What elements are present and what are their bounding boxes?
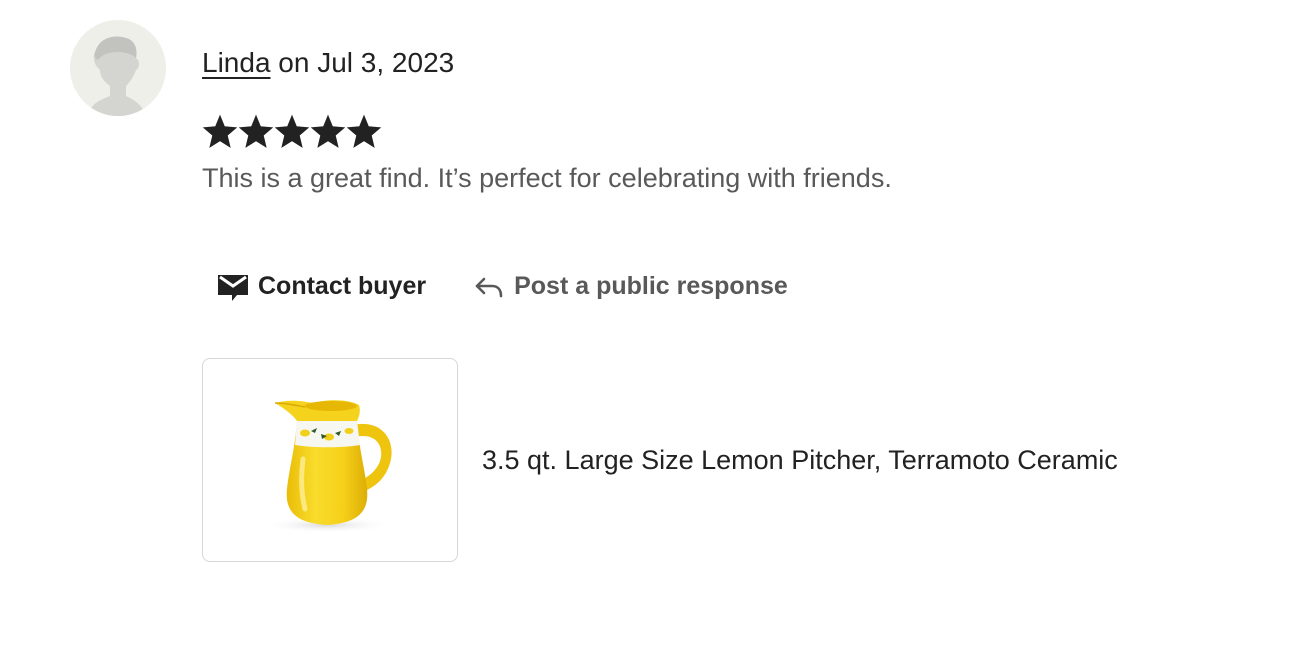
listing-thumbnail[interactable]	[202, 358, 458, 562]
reviewer-avatar[interactable]	[70, 20, 166, 116]
listing-title-link[interactable]: 3.5 qt. Large Size Lemon Pitcher, Terram…	[482, 443, 1118, 477]
mail-icon	[216, 269, 250, 303]
reply-arrow-icon	[472, 269, 506, 303]
reviewer-name-link[interactable]: Linda	[202, 47, 271, 78]
post-public-response-button[interactable]: Post a public response	[458, 262, 802, 310]
star-icon	[202, 114, 238, 148]
review-byline: Linda on Jul 3, 2023	[202, 46, 454, 80]
reviewed-listing: 3.5 qt. Large Size Lemon Pitcher, Terram…	[202, 358, 1118, 562]
review-actions: Contact buyer Post a public response	[202, 262, 802, 310]
post-public-response-label: Post a public response	[514, 271, 788, 300]
date-prefix: on	[270, 47, 318, 78]
star-icon	[238, 114, 274, 148]
review-card: Linda on Jul 3, 2023 This is a great fin…	[0, 0, 1316, 650]
yellow-lemon-pitcher-image	[261, 400, 393, 533]
contact-buyer-button[interactable]: Contact buyer	[202, 262, 440, 310]
default-user-silhouette-icon	[88, 36, 146, 116]
star-icon	[274, 114, 310, 148]
star-rating	[202, 113, 382, 151]
star-icon	[346, 114, 382, 148]
contact-buyer-label: Contact buyer	[258, 271, 427, 300]
review-date: Jul 3, 2023	[317, 47, 455, 78]
review-text: This is a great find. It’s perfect for c…	[202, 163, 892, 193]
star-icon	[310, 114, 346, 148]
